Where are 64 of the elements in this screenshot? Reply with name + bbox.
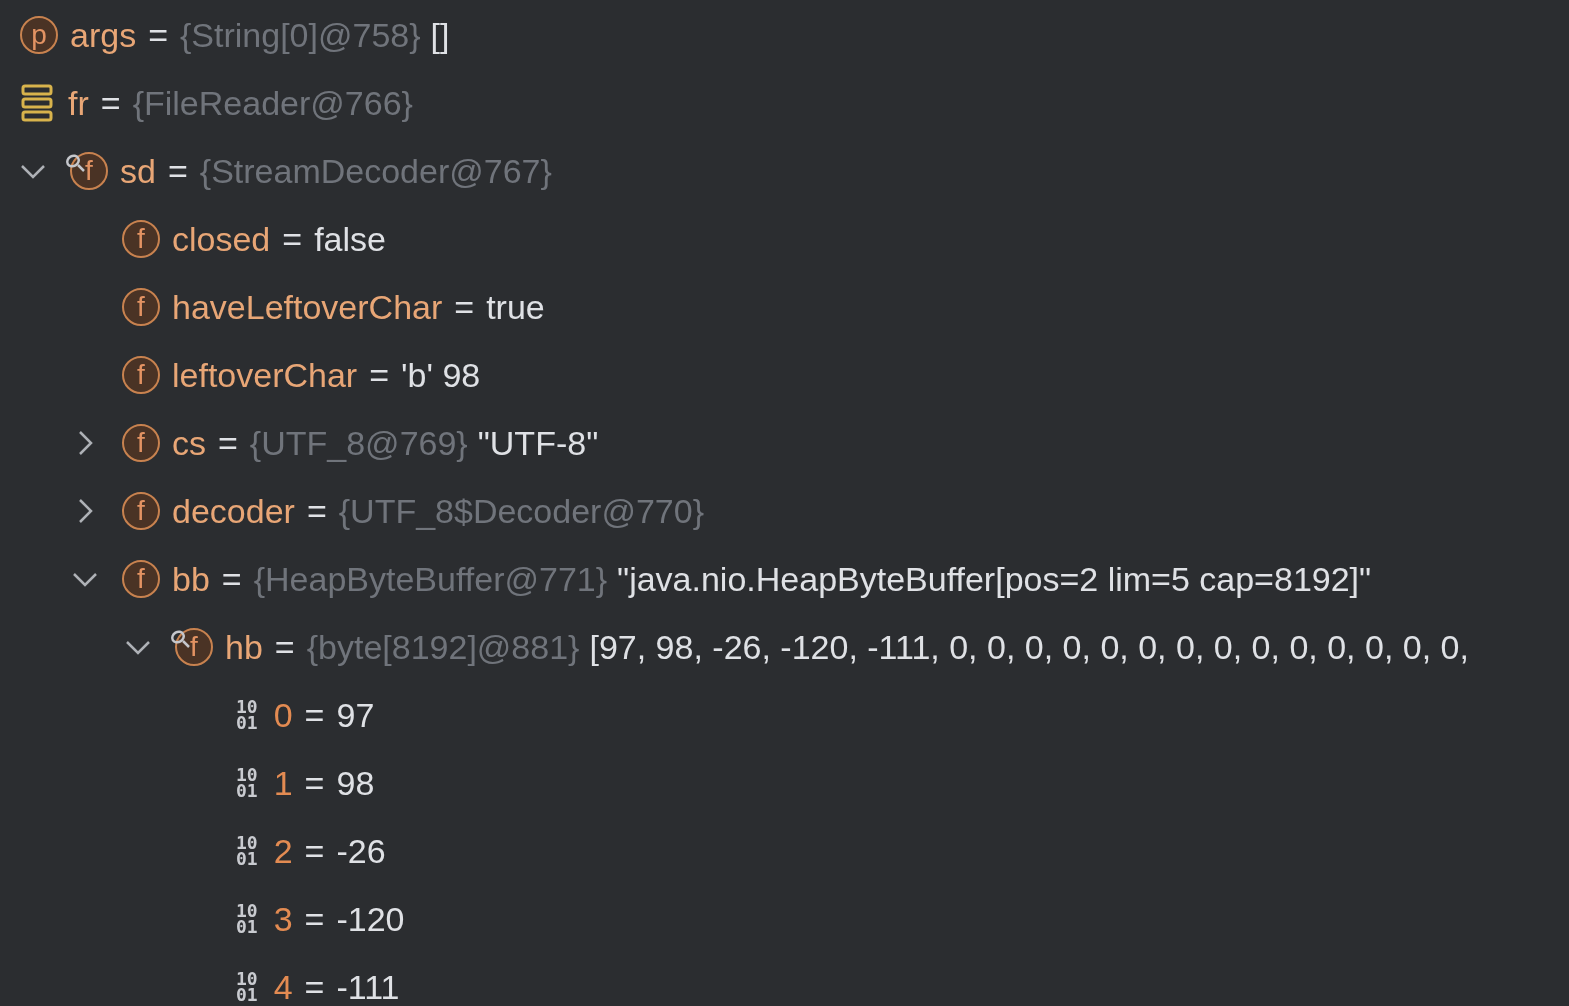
variable-name: 4 (273, 967, 293, 1006)
variable-value: 97 (336, 695, 375, 735)
variable-value: false (314, 219, 386, 259)
binary-icon: 10 01 (236, 699, 258, 731)
variable-value: -111 (336, 967, 400, 1006)
variable-name: leftoverChar (172, 355, 358, 395)
equals-sign: = (218, 423, 238, 463)
object-reference: {UTF_8$Decoder@770} (338, 491, 705, 531)
equals-sign: = (369, 355, 390, 395)
field-icon: f (122, 220, 160, 258)
parameter-icon: p (20, 16, 58, 54)
binary-icon: 10 01 (236, 835, 258, 867)
variable-name: bb (172, 559, 210, 599)
equals-sign: = (100, 83, 121, 123)
equals-sign: = (167, 151, 188, 191)
variable-name: 0 (273, 695, 293, 735)
field-icon: f (122, 424, 160, 462)
object-reference: {UTF_8@769} (249, 423, 468, 463)
variable-name: cs (172, 423, 206, 463)
binary-icon: 10 01 (236, 971, 258, 1003)
variable-name: args (70, 15, 137, 55)
variable-name: decoder (172, 491, 295, 531)
object-reference: {HeapByteBuffer@771} (253, 559, 608, 599)
variable-value: [97, 98, -26, -120, -111, 0, 0, 0, 0, 0, 0, 0, 0, 0, 0, 0, 0, 0, 0, (589, 627, 1469, 667)
field-icon: f (122, 356, 160, 394)
equals-sign: = (304, 967, 325, 1006)
variable-value: "java.nio.HeapByteBuffer[pos=2 lim=5 cap=8192]" (617, 559, 1372, 599)
binary-icon: 10 01 (236, 767, 258, 799)
equals-sign: = (148, 15, 168, 55)
equals-sign: = (221, 559, 242, 599)
variable-name: 3 (273, 899, 293, 939)
variable-value: "UTF-8" (477, 423, 599, 463)
variable-value: -26 (336, 831, 386, 871)
equals-sign: = (304, 695, 325, 735)
binary-icon: 10 01 (236, 903, 258, 935)
equals-sign: = (306, 491, 327, 531)
variable-name: hb (225, 627, 263, 667)
variable-value: 98 (336, 763, 375, 803)
object-reference: {byte[8192]@881} (306, 627, 580, 667)
variable-name: 2 (273, 831, 293, 871)
variable-name: sd (120, 151, 156, 191)
variable-value: [] (430, 15, 450, 55)
object-reference: {String[0]@758} (180, 15, 421, 55)
object-reference: {FileReader@766} (132, 83, 413, 123)
equals-sign: = (282, 219, 303, 259)
equals-sign: = (274, 627, 295, 667)
variable-name: closed (172, 219, 271, 259)
variable-value: true (486, 287, 545, 327)
variable-value: -120 (336, 899, 405, 939)
field-icon: f (122, 560, 160, 598)
field-icon: f (122, 492, 160, 530)
variable-name: fr (68, 83, 89, 123)
stack-icon (20, 83, 54, 123)
field-icon: f (175, 628, 213, 666)
field-icon: f (70, 152, 108, 190)
variable-value: 'b' 98 (401, 355, 481, 395)
variable-name: haveLeftoverChar (172, 287, 443, 327)
equals-sign: = (304, 763, 325, 803)
field-icon: f (122, 288, 160, 326)
variable-name: 1 (273, 763, 293, 803)
equals-sign: = (304, 899, 325, 939)
equals-sign: = (454, 287, 475, 327)
object-reference: {StreamDecoder@767} (199, 151, 552, 191)
equals-sign: = (304, 831, 325, 871)
